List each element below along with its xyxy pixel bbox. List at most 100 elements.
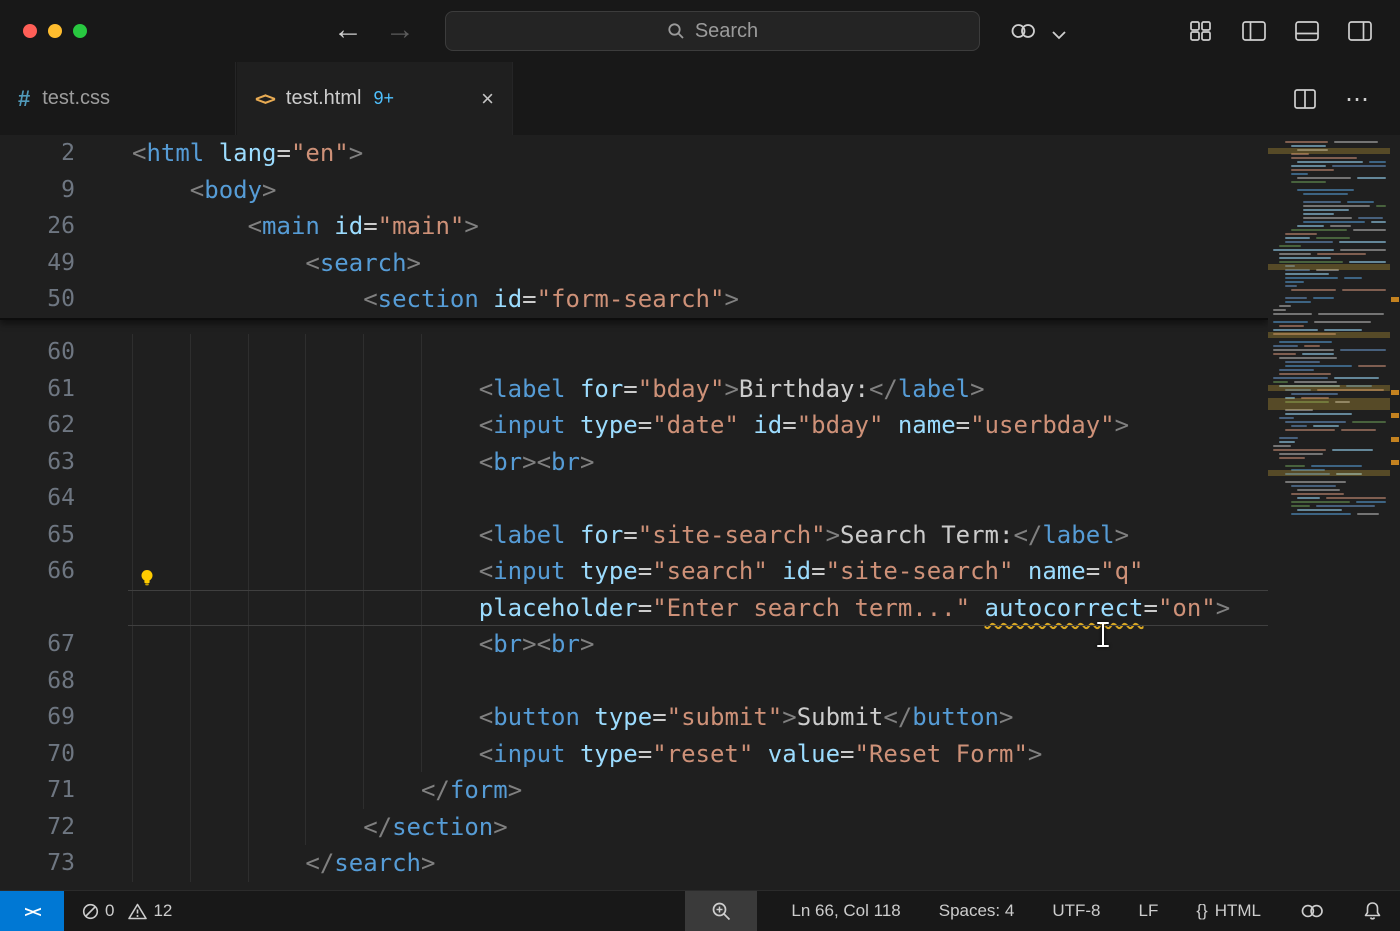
copilot-status-icon[interactable] [1295,891,1329,931]
toggle-primary-sidebar-icon[interactable] [1239,16,1269,46]
indent-guide [363,444,364,481]
encoding-status[interactable]: UTF-8 [1048,891,1104,931]
more-actions-icon[interactable]: ⋯ [1340,84,1374,114]
minimap-code-line [1303,201,1341,203]
minimap-code-line [1273,353,1296,355]
minimap-code-line [1285,481,1346,483]
line-number: 64 [0,480,75,517]
line-number: 73 [0,845,75,882]
toggle-secondary-sidebar-icon[interactable] [1345,16,1375,46]
overview-ruler-warning-mark [1391,460,1399,465]
minimap-code-line [1279,325,1304,327]
code-line[interactable]: 62 <input type="date" id="bday" name="us… [0,407,1268,444]
cursor-position[interactable]: Ln 66, Col 118 [787,891,904,931]
zoom-indicator[interactable] [685,891,757,931]
code-text: <body> [75,172,277,209]
code-line[interactable]: 63 <br><br> [0,444,1268,481]
minimap-code-line [1279,341,1332,343]
indent-guide [363,736,364,773]
tab-test-html[interactable]: <> test.html 9+ × [237,62,513,135]
line-number: 67 [0,626,75,663]
minimap-code-line [1369,161,1386,163]
code-line[interactable]: 70 <input type="reset" value="Reset Form… [0,736,1268,773]
code-line[interactable]: 71 </form> [0,772,1268,809]
close-tab-icon[interactable]: × [481,88,494,110]
editor-area: 6061 <label for="bday">Birthday:</label>… [0,135,1400,891]
minimap[interactable] [1268,135,1400,891]
line-number: 9 [0,172,75,209]
copilot-icon[interactable] [1008,16,1038,46]
indent-guide [363,699,364,736]
line-number: 71 [0,772,75,809]
remote-indicator[interactable]: >< [0,891,64,931]
code-line[interactable]: 72 </section> [0,809,1268,846]
minimap-code-line [1285,301,1311,303]
minimap-code-line [1291,229,1347,231]
minimap-code-line [1314,321,1371,323]
close-window-button[interactable] [23,24,37,38]
minimap-code-line [1273,321,1308,323]
sticky-scroll[interactable]: 2<html lang="en">9 <body>26 <main id="ma… [0,135,1268,320]
minimap-code-line [1273,377,1328,379]
code-line[interactable]: 66 <input type="search" id="site-search"… [0,553,1268,590]
indent-guide [421,663,422,700]
sticky-line[interactable]: 49 <search> [0,245,1268,282]
lightbulb-icon[interactable] [138,562,156,580]
minimap-code-line [1273,249,1334,251]
line-number: 2 [0,135,75,172]
code-line[interactable]: placeholder="Enter search term..." autoc… [0,590,1268,627]
chevron-down-icon[interactable] [1044,20,1074,50]
sticky-line[interactable]: 2<html lang="en"> [0,135,1268,172]
sticky-line[interactable]: 26 <main id="main"> [0,208,1268,245]
indent-guide [132,626,133,663]
code-line[interactable]: 73 </search> [0,845,1268,882]
line-number: 69 [0,699,75,736]
toggle-panel-icon[interactable] [1292,16,1322,46]
indent-guide [132,334,133,371]
split-editor-icon[interactable] [1288,84,1322,114]
minimap-code-line [1303,217,1352,219]
minimap-code-line [1291,289,1336,291]
minimap-code-line [1285,297,1307,299]
sticky-line[interactable]: 9 <body> [0,172,1268,209]
eol-status[interactable]: LF [1135,891,1163,931]
indent-guide [421,334,422,371]
customize-layout-icon[interactable] [1186,16,1216,46]
indent-guide [190,699,191,736]
minimap-code-line [1358,217,1383,219]
line-number: 60 [0,334,75,371]
language-mode[interactable]: {} HTML [1192,891,1265,931]
indent-guide [305,590,306,627]
tab-test-css[interactable]: # test.css [0,62,236,135]
notifications-bell-icon[interactable] [1359,891,1386,931]
indent-guide [248,663,249,700]
minimize-window-button[interactable] [48,24,62,38]
code-line[interactable]: 68 [0,663,1268,700]
indent-guide [132,699,133,736]
sticky-line[interactable]: 50 <section id="form-search"> [0,281,1268,318]
code-line[interactable]: 64 [0,480,1268,517]
indentation-status[interactable]: Spaces: 4 [935,891,1019,931]
code-line[interactable]: 65 <label for="site-search">Search Term:… [0,517,1268,554]
code-text: <html lang="en"> [75,135,363,172]
code-line[interactable]: 67 <br><br> [0,626,1268,663]
code-text: <br><br> [75,626,594,663]
minimap-code-line [1273,381,1288,383]
forward-button[interactable]: → [380,8,420,52]
indent-guide [305,553,306,590]
indent-guide [305,699,306,736]
line-number: 70 [0,736,75,773]
zoom-window-button[interactable] [73,24,87,38]
code-area[interactable]: 6061 <label for="bday">Birthday:</label>… [0,135,1268,891]
minimap-code-line [1339,241,1386,243]
indent-guide [132,371,133,408]
problems-indicator[interactable]: 0 12 [78,891,176,931]
code-line[interactable]: 60 [0,334,1268,371]
code-line[interactable]: 69 <button type="submit">Submit</button> [0,699,1268,736]
minimap-code-line [1279,417,1294,419]
back-button[interactable]: ← [328,8,368,52]
code-line[interactable]: 61 <label for="bday">Birthday:</label> [0,371,1268,408]
overview-ruler-warning-mark [1391,390,1399,395]
minimap-highlight [1268,470,1390,476]
command-center-search[interactable]: Search [445,11,980,51]
